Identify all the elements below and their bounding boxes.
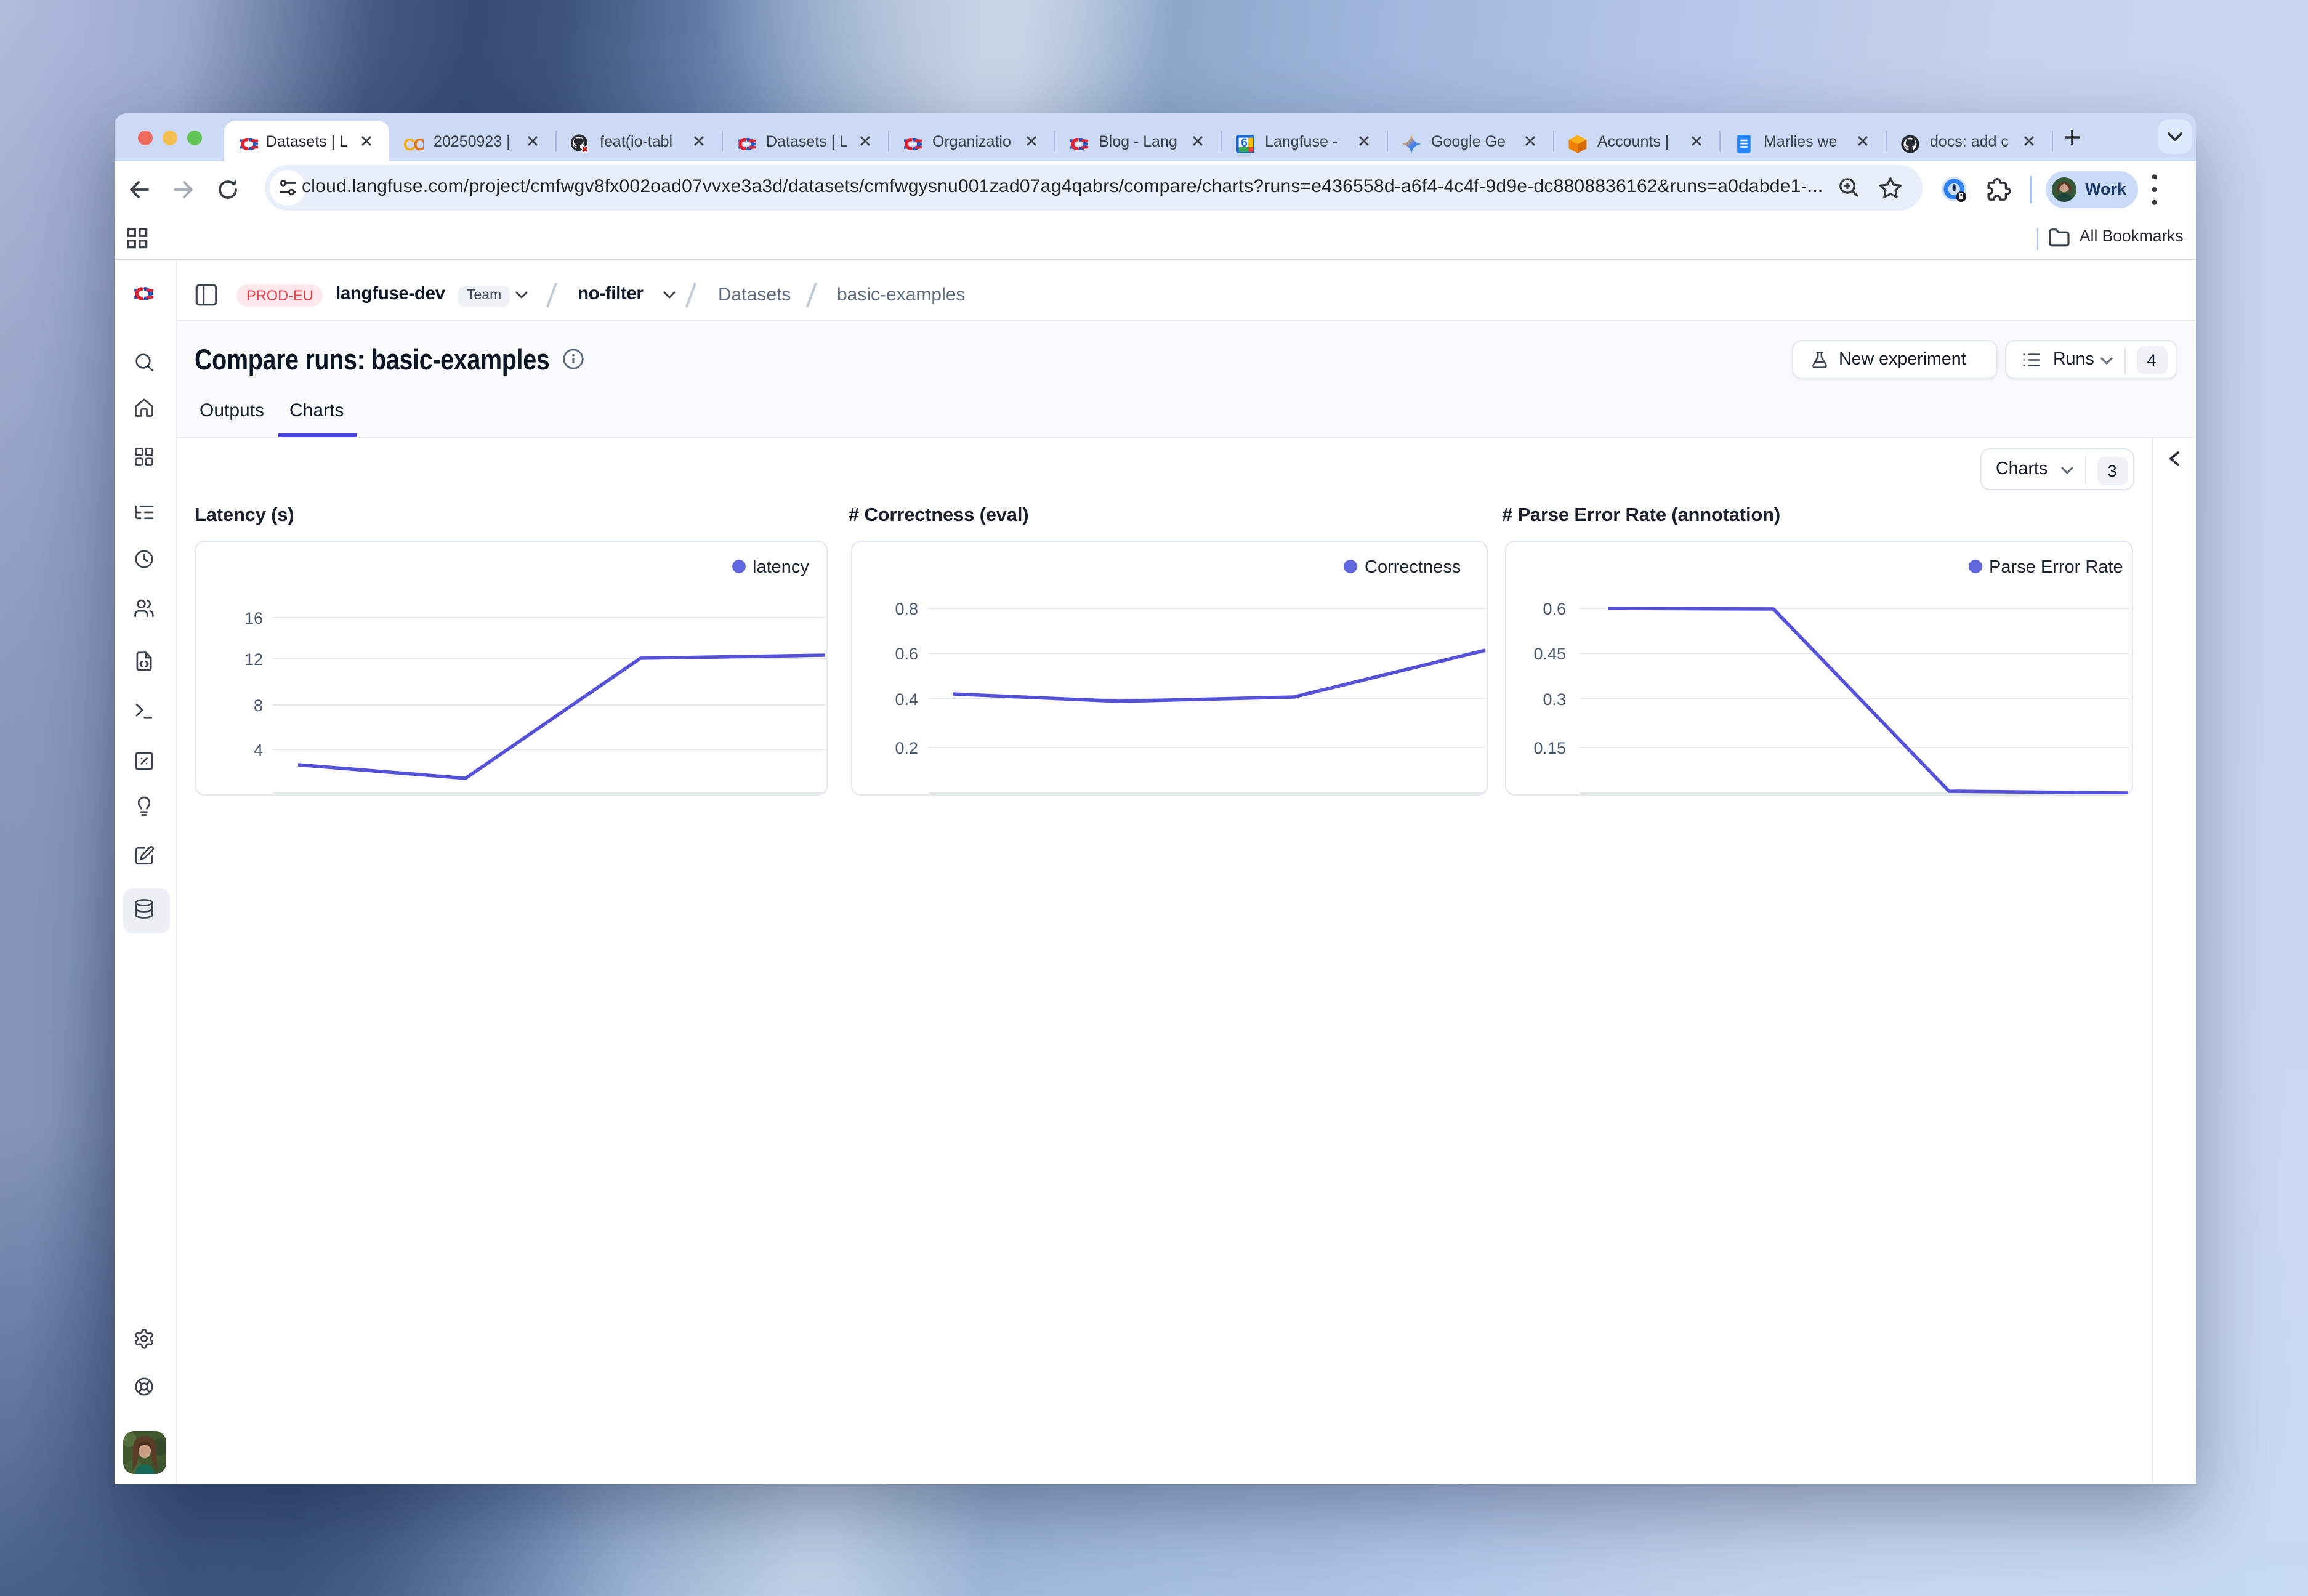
svg-text:16: 16 [244,608,262,627]
svg-text:0.4: 0.4 [894,690,918,708]
svg-text:0.2: 0.2 [894,738,918,757]
svg-text:0.3: 0.3 [1543,690,1566,708]
svg-text:0.8: 0.8 [894,599,918,618]
svg-text:4: 4 [253,740,262,759]
svg-text:Parse Error Rate: Parse Error Rate [1989,557,2123,576]
svg-text:0.45: 0.45 [1533,644,1566,663]
svg-text:Correctness: Correctness [1364,557,1460,576]
svg-text:0.6: 0.6 [894,644,918,663]
svg-text:12: 12 [244,650,262,668]
svg-text:0.6: 0.6 [1543,599,1566,618]
svg-text:latency: latency [752,557,809,576]
svg-text:8: 8 [253,696,262,714]
svg-text:0.15: 0.15 [1533,738,1566,757]
svg-text:CO: CO [403,135,423,154]
svg-text:6: 6 [1240,137,1247,150]
